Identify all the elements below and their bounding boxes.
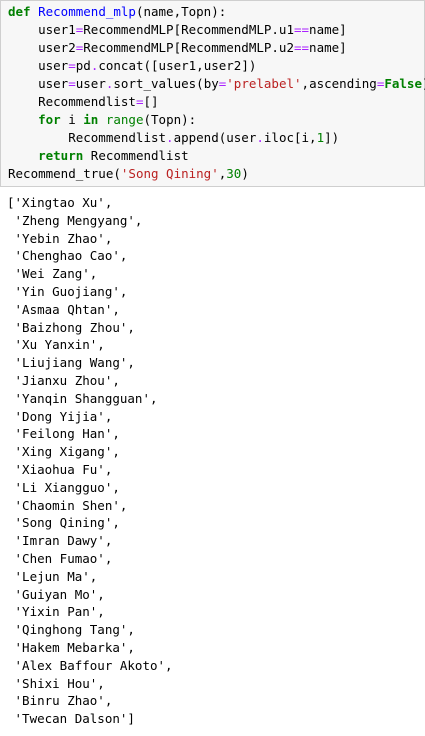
output-line: 'Imran Dawy', — [7, 533, 113, 549]
code-token: Recommendlist — [83, 148, 189, 163]
code-token: i — [60, 112, 84, 127]
code-line: for i in range(Topn): — [8, 111, 196, 129]
output-line: 'Baizhong Zhou', — [7, 319, 135, 335]
code-line: return Recommendlist — [8, 147, 189, 165]
code-token: ) — [241, 166, 249, 181]
code-token: (name,Topn): — [135, 4, 227, 19]
code-token: == — [293, 22, 310, 37]
output-line: 'Xiaohua Fu', — [7, 462, 113, 477]
output-line: 'Qinghong Tang', — [7, 622, 135, 638]
output-line: 'Alex Baffour Akoto', — [7, 657, 173, 673]
output-line: 'Zheng Mengyang', — [7, 212, 143, 228]
output-line: 'Binru Zhao', — [7, 693, 113, 709]
code-token: for — [38, 112, 61, 127]
code-token: Recommendlist — [8, 130, 167, 145]
code-token: False — [384, 76, 422, 91]
output-line: 'Xing Xigang', — [7, 444, 120, 460]
code-token: RecommendMLP[RecommendMLP.u1 — [83, 22, 294, 37]
code-line: Recommend_true('Song Qining',30) — [8, 165, 249, 183]
code-token: (Topn): — [143, 112, 197, 127]
code-token: Recommend_true( — [8, 166, 121, 181]
code-line: user2=RecommendMLP[RecommendMLP.u2==name… — [8, 39, 347, 57]
code-token: . — [256, 130, 264, 145]
code-token: [] — [143, 94, 159, 109]
output-line: 'Chaomin Shen', — [7, 497, 128, 513]
output-line: 'Yin Guojiang', — [7, 284, 128, 299]
code-token: user2 — [8, 40, 76, 55]
code-token: 'Song Qining' — [120, 166, 219, 181]
output-line: 'Yixin Pan', — [7, 604, 105, 620]
code-line: user=user.sort_values(by='prelabel',asce… — [8, 75, 425, 93]
code-token: range — [105, 112, 144, 127]
code-token: user — [75, 76, 106, 91]
code-token: RecommendMLP[RecommendMLP.u2 — [83, 40, 294, 55]
code-token: == — [293, 40, 310, 55]
code-token: in — [83, 112, 99, 127]
output-line: 'Li Xiangguo', — [7, 479, 120, 495]
code-token: def — [8, 4, 31, 19]
output-line: 'Chenghao Cao', — [7, 248, 128, 264]
code-token: ]) — [324, 130, 340, 145]
output-line: 'Yebin Zhao', — [7, 230, 113, 246]
code-token: user — [8, 76, 69, 91]
output-line: 'Xu Yanxin', — [7, 337, 105, 353]
code-token: user — [8, 58, 69, 73]
code-line: user1=RecommendMLP[RecommendMLP.u1==name… — [8, 21, 347, 39]
code-token: return — [38, 148, 84, 163]
code-token: name] — [309, 22, 347, 37]
output-line: 'Twecan Dalson'] — [7, 711, 135, 727]
output-line: 'Song Qining', — [7, 515, 120, 531]
code-token: name] — [309, 40, 347, 55]
code-line: def Recommend_mlp(name,Topn): — [8, 3, 226, 21]
code-token: append(user — [173, 130, 257, 145]
output-line: 'Hakem Mebarka', — [7, 640, 135, 655]
output-line: 'Lejun Ma', — [7, 568, 98, 584]
code-token: Recommendlist — [8, 94, 136, 109]
output-line: 'Chen Fumao', — [7, 551, 113, 566]
output-line: 'Shixi Hou', — [7, 675, 105, 691]
code-token: 1 — [316, 130, 325, 145]
code-token: 30 — [226, 166, 242, 181]
code-token: Recommend_mlp — [38, 4, 136, 19]
code-token: user1 — [8, 22, 76, 37]
code-token: . — [166, 130, 174, 145]
output-line: 'Jianxu Zhou', — [7, 373, 120, 388]
code-token: 'prelabel' — [226, 76, 302, 91]
code-input-cell[interactable]: def Recommend_mlp(name,Topn): user1=Reco… — [0, 0, 425, 187]
output-line: 'Yanqin Shangguan', — [7, 390, 158, 406]
code-line: Recommendlist.append(user.iloc[i,1]) — [8, 129, 339, 147]
code-token: concat([user1,user2]) — [98, 58, 257, 73]
code-line: user=pd.concat([user1,user2]) — [8, 57, 256, 75]
output-line: 'Dong Yijia', — [7, 408, 113, 424]
code-token: ,ascending — [301, 76, 377, 91]
output-line: 'Asmaa Qhtan', — [7, 301, 120, 317]
output-line: ['Xingtao Xu', — [7, 195, 113, 210]
output-line: 'Feilong Han', — [7, 426, 120, 442]
code-token: = — [68, 76, 76, 91]
code-token: iloc[i, — [263, 130, 317, 145]
code-line: Recommendlist=[] — [8, 93, 159, 111]
code-token: pd — [75, 58, 91, 73]
code-token: = — [68, 58, 76, 73]
output-line: 'Wei Zang', — [7, 266, 98, 282]
output-line: 'Guiyan Mo', — [7, 586, 105, 602]
output-line: 'Liujiang Wang', — [7, 355, 135, 371]
code-token: sort_values(by — [113, 76, 219, 91]
